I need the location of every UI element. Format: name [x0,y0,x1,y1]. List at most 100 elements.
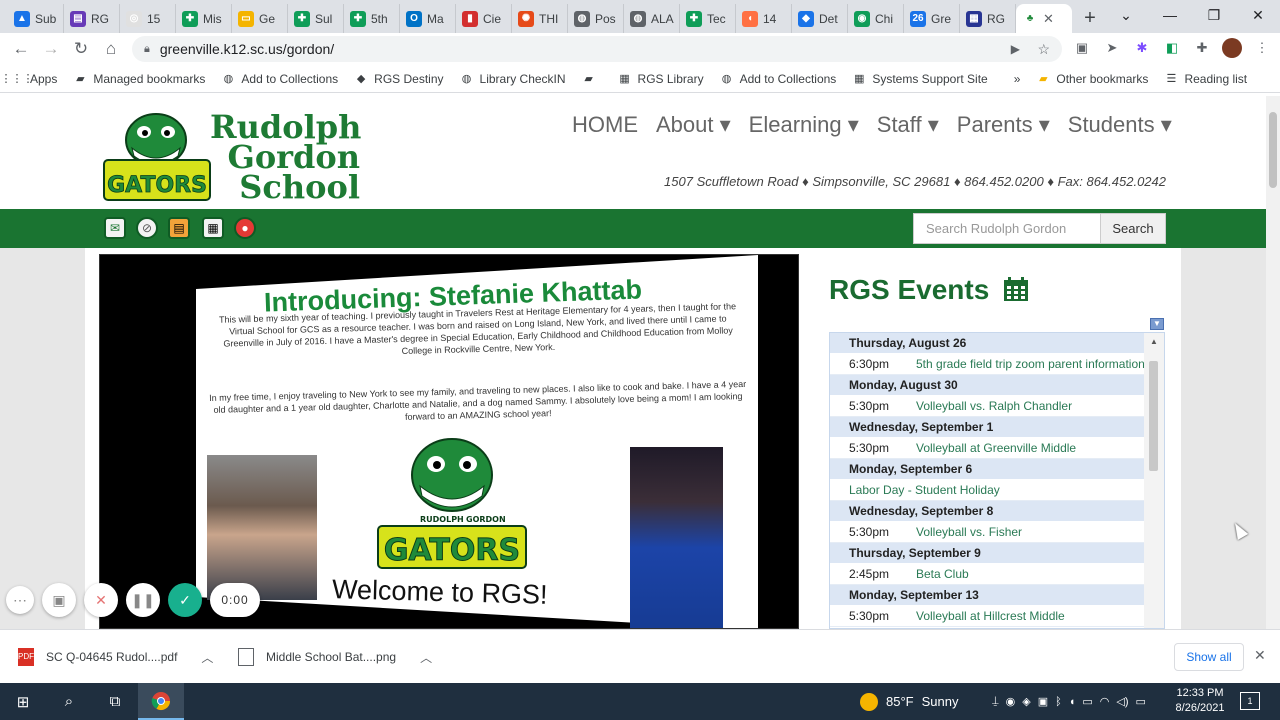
weather-widget[interactable]: 85°F Sunny [860,683,958,720]
more-options-button[interactable]: ⋯ [6,586,34,614]
apple-icon[interactable]: ● [234,217,256,239]
browser-tab[interactable]: ◍ ALA [624,4,680,33]
scroll-up-icon[interactable]: ▲ [1150,337,1158,346]
bookmark-item[interactable]: ◍ Add to Collections [221,72,339,86]
usb-icon[interactable]: ⍊ [992,695,999,708]
event-title[interactable]: Volleyball vs. Fisher [916,525,1022,539]
close-window-button[interactable]: ✕ [1236,0,1280,33]
back-button[interactable]: ← [6,39,36,59]
browser-tab[interactable]: ▮ Cie [456,4,512,33]
chevron-up-icon[interactable]: ︿ [420,649,432,666]
chrome-taskbar-icon[interactable] [138,683,184,720]
events-dropdown-icon[interactable]: ▼ [1150,318,1164,330]
browser-tab[interactable]: ▤ RG [64,4,120,33]
browser-tab[interactable]: ▲ Sub [8,4,64,33]
event-title[interactable]: Volleyball at Greenville Middle [916,441,1076,455]
windows-start-icon[interactable]: ⊞ [0,683,46,720]
active-browser-tab[interactable]: ♣ ✕ [1016,4,1072,33]
profile-avatar[interactable] [1222,38,1242,58]
maximize-button[interactable]: ❐ [1192,0,1236,33]
other-bookmarks-folder[interactable]: ▰ Other bookmarks [1036,72,1148,86]
network-icon[interactable]: ▭ [1082,695,1092,708]
events-scrollbar[interactable]: ▲ [1144,333,1164,628]
camera-toggle-button[interactable]: ▣ [42,583,76,617]
nav-home[interactable]: HOME [572,112,638,138]
close-tab-icon[interactable]: ✕ [1043,11,1054,27]
event-item[interactable]: 5:30pm Volleyball vs. Ralph Chandler [830,396,1144,417]
bookmark-item[interactable]: ⋮⋮⋮ Apps [1,72,58,86]
menu-icon[interactable]: ⋮ [1252,38,1272,58]
browser-tab[interactable]: ✚ 5th [344,4,400,33]
download-item[interactable]: Middle School Bat....png ︿ [238,630,432,684]
wifi-icon[interactable]: ◠ [1100,695,1110,708]
bookmark-item[interactable]: ◍ Add to Collections [720,72,837,86]
home-button[interactable]: ⌂ [96,39,126,59]
page-scroll-thumb[interactable] [1269,112,1277,188]
tab-search-icon[interactable]: ⌄ [1104,0,1148,33]
task-view-icon[interactable]: ⧉ [92,683,138,720]
lock-icon[interactable]: 🔒︎ [144,43,150,56]
notifications-icon[interactable]: 1 [1240,692,1260,710]
extension-icon[interactable]: ▣ [1072,38,1092,58]
gator-logo[interactable]: GATORS [100,110,214,204]
event-item[interactable]: 2:45pm Beta Club [830,564,1144,585]
extensions-puzzle-icon[interactable]: ✚ [1192,38,1212,58]
reload-button[interactable]: ↻ [66,39,96,59]
events-list[interactable]: Thursday, August 26 6:30pm 5th grade field… [829,332,1165,629]
bookmark-star-icon[interactable]: ☆ [1037,41,1050,58]
search-icon[interactable]: ⌕ [46,683,92,720]
cancel-recording-button[interactable]: ✕ [84,583,118,617]
bookmark-item[interactable]: ▦ RGS Library [618,72,703,86]
browser-tab[interactable]: ✚ Tec [680,4,736,33]
bookmark-item[interactable]: ▦ Systems Support Site [852,72,988,86]
event-item[interactable]: 6:30pm 5th grade field trip zoom parent i… [830,354,1144,375]
bookmarks-overflow-button[interactable]: » [1014,72,1021,86]
tray-app-icon[interactable]: ◉ [1006,695,1016,708]
bookmark-item[interactable]: ▰ Managed bookmarks [73,72,205,86]
extension-icon[interactable]: ➤ [1102,38,1122,58]
school-name[interactable]: Rudolph Gordon School [210,111,361,203]
browser-tab[interactable]: 26 Gre [904,4,960,33]
pause-recording-button[interactable]: ❚❚ [126,583,160,617]
browser-tab[interactable]: ✚ Sul [288,4,344,33]
download-item[interactable]: PDF SC Q-04645 Rudol....pdf ︿ [18,630,213,684]
nav-students[interactable]: Students ▾ [1068,112,1172,138]
site-search-button[interactable]: Search [1100,213,1166,244]
nav-staff[interactable]: Staff ▾ [877,112,939,138]
forward-button[interactable]: → [36,39,66,59]
browser-tab[interactable]: ✺ THI [512,4,568,33]
email-icon[interactable]: ✉ [104,217,126,239]
featured-slideshow[interactable]: Introducing: Stefanie Khattab This will … [99,254,799,629]
calendar-add-icon[interactable]: ▦ [202,217,224,239]
event-item[interactable]: 5:30pm Volleyball at Greenville Middle [830,438,1144,459]
taskbar-clock[interactable]: 12:33 PM 8/26/2021 [1170,686,1230,716]
nav-about[interactable]: About ▾ [656,112,731,138]
event-item[interactable]: Labor Day - Student Holiday [830,480,1144,501]
camera-blocked-icon[interactable]: ▶ [1011,42,1020,56]
browser-tab[interactable]: ◎ 15 [120,4,176,33]
bluetooth-icon[interactable]: ᛒ [1055,696,1062,708]
browser-tab[interactable]: ◆ Det [792,4,848,33]
event-title[interactable]: Beta Club [916,567,969,581]
browser-tab[interactable]: ▭ Ge [232,4,288,33]
compass-icon[interactable]: ⊘ [136,217,158,239]
new-tab-button[interactable]: + [1072,4,1108,33]
reading-list-button[interactable]: ☰ Reading list [1164,72,1248,86]
close-downloads-icon[interactable]: ✕ [1254,647,1266,664]
nav-elearning[interactable]: Elearning ▾ [749,112,859,138]
finish-recording-button[interactable]: ✓ [168,583,202,617]
browser-tab[interactable]: O Ma [400,4,456,33]
nav-parents[interactable]: Parents ▾ [957,112,1050,138]
event-item[interactable]: 5:30pm Volleyball at Hillcrest Middle [830,606,1144,627]
site-search-input[interactable]: Search Rudolph Gordon [913,213,1101,244]
event-title[interactable]: Volleyball vs. Ralph Chandler [916,399,1072,413]
bookmark-item[interactable]: ◆ RGS Destiny [354,72,444,86]
extension-icon[interactable]: ✱ [1132,38,1152,58]
browser-tab[interactable]: ◍ Pos [568,4,624,33]
battery-icon[interactable]: ▭ [1136,695,1146,708]
volume-icon[interactable]: ◁) [1116,695,1128,708]
browser-tab[interactable]: ▦ RG [960,4,1016,33]
address-bar[interactable]: 🔒︎ greenville.k12.sc.us/gordon/ ▶ ☆ [132,36,1062,62]
browser-tab[interactable]: ◉ Chi [848,4,904,33]
bookmark-item[interactable]: ◍ Library CheckIN [460,72,566,86]
